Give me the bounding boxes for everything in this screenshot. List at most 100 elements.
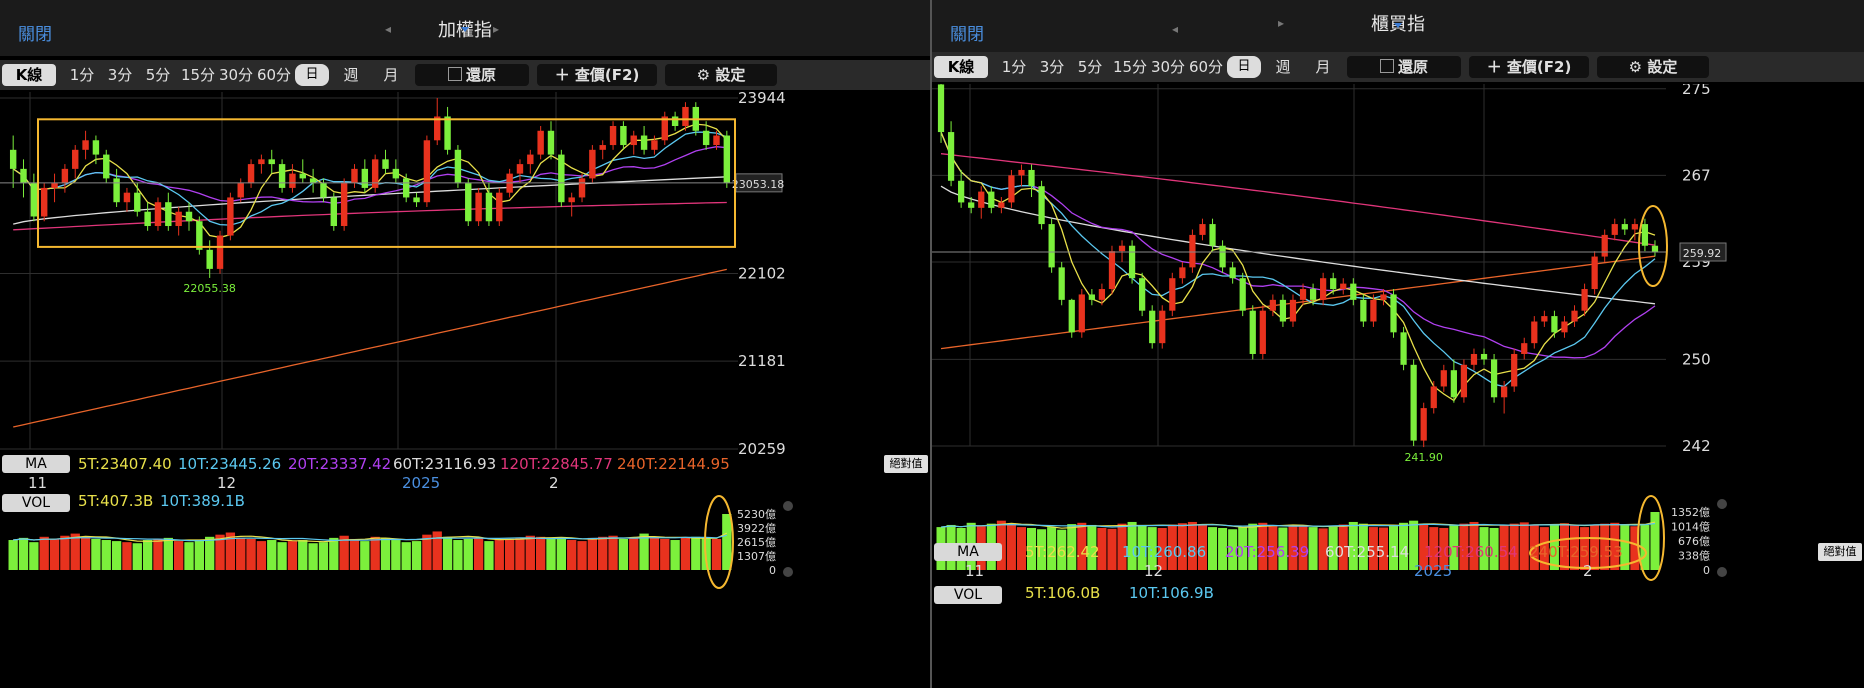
next-arrow-icon[interactable]: ▸ <box>1278 16 1284 30</box>
volume-bar <box>463 538 473 570</box>
tab-day[interactable]: 日 <box>295 64 329 86</box>
tab-day[interactable]: 日 <box>1227 56 1261 78</box>
candle-body <box>1309 289 1317 300</box>
candle-body <box>185 211 193 222</box>
lookup-button[interactable]: ＋ 查價(F2) <box>1469 56 1589 78</box>
candle-body <box>247 164 255 184</box>
title-indicator <box>1394 23 1402 28</box>
title-indicator <box>461 27 469 32</box>
tab-3min[interactable]: 3分 <box>1036 56 1068 78</box>
candle-body <box>1621 224 1628 230</box>
candle-body <box>1531 321 1538 344</box>
candle-body <box>413 197 420 203</box>
ma-label[interactable]: MA <box>934 543 1002 561</box>
prev-arrow-icon[interactable]: ◂ <box>1172 22 1178 36</box>
absolute-value-button[interactable]: 絕對值 <box>1818 543 1862 561</box>
candle-body <box>1149 310 1156 344</box>
candle-body <box>1018 169 1025 176</box>
candle-body <box>330 197 338 227</box>
volume-bar <box>380 537 391 570</box>
tab-30min[interactable]: 30分 <box>1150 56 1186 78</box>
restore-button[interactable]: 還原 <box>1347 56 1461 78</box>
candle-body <box>1078 294 1085 333</box>
settings-button[interactable]: ⚙ 設定 <box>1597 56 1709 78</box>
candle-body <box>958 180 965 203</box>
volume-bar <box>277 542 287 570</box>
vol10-value: 10T:106.9B <box>1129 584 1214 602</box>
candle-body <box>599 145 606 150</box>
volume-bar <box>556 537 566 570</box>
candle-body <box>134 192 141 212</box>
ma20-value: 20T:256.39 <box>1225 543 1310 561</box>
k-line-tab[interactable]: K線 <box>2 64 56 86</box>
candle-body <box>40 187 48 217</box>
tab-60min[interactable]: 60分 <box>256 64 292 86</box>
tab-month[interactable]: 月 <box>1307 56 1339 78</box>
candle-body <box>1279 299 1287 322</box>
tab-30min[interactable]: 30分 <box>218 64 254 86</box>
absolute-value-button[interactable]: 絕對值 <box>884 455 928 473</box>
close-button[interactable]: 關閉 <box>950 20 984 45</box>
volume-bar <box>525 535 535 570</box>
candle-body <box>1571 310 1578 322</box>
candle-body <box>1259 310 1266 354</box>
volume-bar <box>267 540 277 570</box>
candle-body <box>1490 359 1498 398</box>
vol-label[interactable]: VOL <box>934 586 1002 604</box>
volume-bar <box>691 536 701 570</box>
candle-body <box>1601 234 1608 257</box>
candle-body <box>320 183 327 198</box>
tab-5min[interactable]: 5分 <box>1074 56 1106 78</box>
candle-body <box>92 140 100 155</box>
volume-bar <box>60 535 70 570</box>
candle-body <box>1410 364 1417 441</box>
candle-body <box>1581 289 1588 311</box>
candle-body <box>998 202 1005 208</box>
candle-body <box>1561 321 1568 333</box>
candle-body <box>61 168 69 184</box>
candle-body <box>1400 332 1407 365</box>
candle-body <box>713 135 720 146</box>
last-price-label: 23053.18 <box>732 178 785 191</box>
tab-1min[interactable]: 1分 <box>998 56 1030 78</box>
y-tick-label: 242 <box>1682 437 1711 455</box>
settings-button[interactable]: ⚙ 設定 <box>665 64 777 86</box>
candle-body <box>392 168 400 179</box>
tab-1min[interactable]: 1分 <box>66 64 98 86</box>
candle-body <box>475 192 482 222</box>
next-arrow-icon[interactable]: ▸ <box>493 22 499 36</box>
candle-body <box>589 149 596 179</box>
tab-60min[interactable]: 60分 <box>1188 56 1224 78</box>
restore-label: 還原 <box>465 66 496 84</box>
candle-body <box>547 130 555 155</box>
candle-body <box>278 164 286 188</box>
ma-label[interactable]: MA <box>2 455 70 473</box>
candle-body <box>978 191 985 208</box>
candle-body <box>1038 186 1045 225</box>
tab-15min[interactable]: 15分 <box>180 64 216 86</box>
tab-3min[interactable]: 3分 <box>104 64 136 86</box>
tab-15min[interactable]: 15分 <box>1112 56 1148 78</box>
candle-body <box>371 159 379 188</box>
volume-bar <box>618 538 629 570</box>
k-line-tab[interactable]: K線 <box>934 56 988 78</box>
volume-bar <box>391 540 401 570</box>
volume-bar <box>111 541 122 570</box>
candle-body <box>227 197 234 236</box>
date-axis: 11 12 2025 2 <box>932 562 1864 582</box>
vol-label[interactable]: VOL <box>2 494 70 512</box>
candle-body <box>1521 343 1528 354</box>
date-label-11: 11 <box>965 562 985 580</box>
close-button[interactable]: 關閉 <box>18 20 52 45</box>
candle-body <box>1058 267 1065 300</box>
prev-arrow-icon[interactable]: ◂ <box>385 22 391 36</box>
tab-month[interactable]: 月 <box>375 64 407 86</box>
toolbar: K線 1分 3分 5分 15分 30分 60分 日 週 月 還原 ＋ 查價(F2… <box>932 52 1864 82</box>
tab-week[interactable]: 週 <box>1267 56 1299 78</box>
lookup-button[interactable]: ＋ 查價(F2) <box>537 64 657 86</box>
candlestick-chart: 2394422102211812025923053.1823943.952205… <box>0 92 793 589</box>
tab-week[interactable]: 週 <box>335 64 367 86</box>
tab-5min[interactable]: 5分 <box>142 64 174 86</box>
volume-tick-label: 1352億 <box>1671 506 1710 519</box>
restore-button[interactable]: 還原 <box>415 64 529 86</box>
